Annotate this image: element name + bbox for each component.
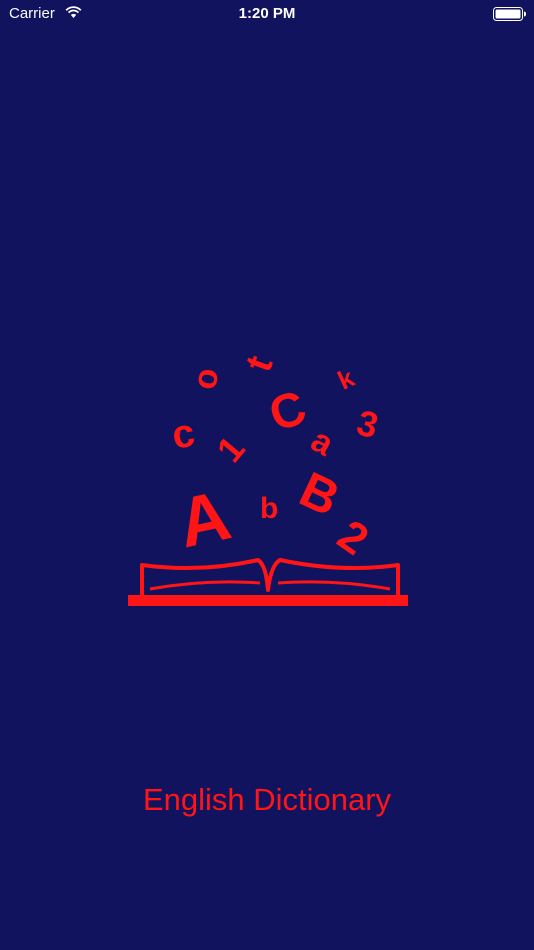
logo-letter-B-upper: B: [291, 461, 347, 527]
logo-letter-t: t: [238, 350, 282, 377]
status-bar: Carrier 1:20 PM: [0, 0, 534, 28]
logo-letter-o: o: [185, 365, 226, 392]
app-logo: o t k c 1 C a 3 A b B 2: [120, 335, 420, 620]
book-base: [128, 595, 408, 606]
status-time: 1:20 PM: [238, 5, 296, 22]
battery-full-icon: [493, 6, 527, 22]
logo-letter-C-upper: C: [263, 381, 314, 443]
logo-letter-b: b: [260, 492, 278, 525]
book-pages: [140, 558, 400, 595]
logo-digit-3: 3: [353, 402, 383, 447]
logo-letter-c: c: [169, 411, 199, 458]
logo-letter-A-upper: A: [171, 476, 237, 563]
book-with-flying-letters-icon: o t k c 1 C a 3 A b B 2: [128, 350, 408, 606]
app-title: English Dictionary: [142, 782, 392, 817]
logo-digit-1: 1: [208, 428, 252, 470]
logo-letter-k: k: [333, 362, 359, 396]
logo-digit-2: 2: [329, 511, 377, 565]
